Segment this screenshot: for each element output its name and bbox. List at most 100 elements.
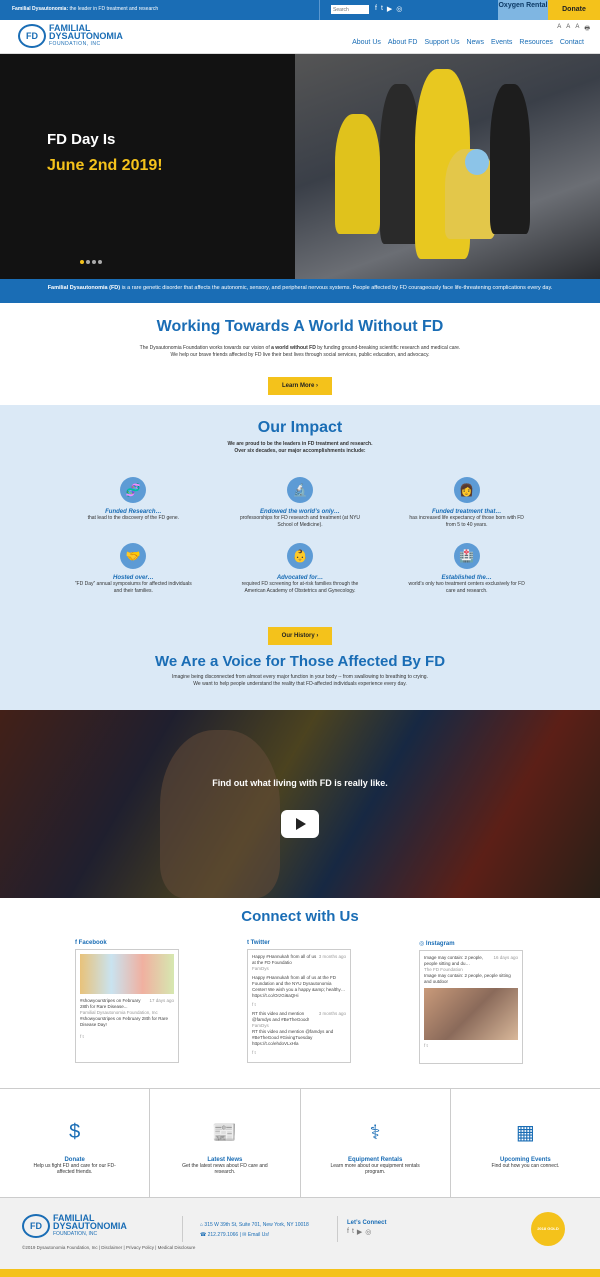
connect-title: Connect with Us <box>241 908 359 925</box>
runner-figure <box>335 114 380 234</box>
tagline: Familial Dysautonomia: the leader in FD … <box>12 6 159 12</box>
print-icon[interactable]: 🖶 <box>584 24 590 34</box>
voice-text: Imagine being disconnected from almost e… <box>172 674 428 680</box>
tweet-body: Happy #Hannukah from all of us at the FD… <box>252 975 346 998</box>
nav-support-us[interactable]: Support Us <box>424 39 459 46</box>
logo-mark: FD <box>18 24 46 48</box>
service-donate[interactable]: $ Donate Help us fight FD and care for o… <box>0 1089 151 1197</box>
footer-social-icons: f t ▶ ◎ <box>347 1228 371 1236</box>
site-logo[interactable]: FD FAMILIAL DYSAUTONOMIA FOUNDATION, INC <box>18 24 123 48</box>
copyright-text: ©2019 Dysautonomia Foundation, Inc | Dis… <box>22 1245 196 1250</box>
text-medium-button[interactable]: A <box>566 24 570 34</box>
voice-text-2: We want to help people understand the re… <box>193 681 407 687</box>
divider <box>337 1216 338 1242</box>
nav-contact[interactable]: Contact <box>560 39 584 46</box>
post-body: Image may contain: 2 people, people sitt… <box>424 973 511 984</box>
impact-section: Our Impact We are proud to be the leader… <box>0 405 600 710</box>
text-small-button[interactable]: A <box>557 24 561 34</box>
slider-dot[interactable] <box>92 260 96 264</box>
divider <box>319 0 320 20</box>
play-button-icon[interactable] <box>281 810 319 838</box>
guidestar-badge-icon[interactable]: 2018 GOLD <box>531 1212 565 1246</box>
video-section[interactable]: Find out what living with FD is really l… <box>0 710 600 898</box>
impact-item: 👩 Funded treatment that… has increased l… <box>383 477 550 529</box>
lets-connect-label: Let’s Connect <box>347 1220 387 1226</box>
slider-dot[interactable] <box>86 260 90 264</box>
hero-slider[interactable]: FD Day Is June 2nd 2019! <box>0 54 600 279</box>
service-desc: Get the latest news about FD care and re… <box>182 1163 268 1175</box>
twitter-icon[interactable]: t <box>381 5 383 13</box>
service-news[interactable]: 📰 Latest News Get the latest news about … <box>150 1089 301 1197</box>
service-equipment[interactable]: ⚕ Equipment Rentals Learn more about our… <box>301 1089 451 1197</box>
newspaper-icon: 📰 <box>212 1121 238 1144</box>
text-large-button[interactable]: A <box>575 24 579 34</box>
impact-item: 🏥 Established the… world’s only two trea… <box>383 543 550 595</box>
youtube-icon[interactable]: ▶ <box>387 5 392 13</box>
instagram-icon[interactable]: ◎ <box>396 5 402 13</box>
instagram-feed: ◎ Instagram 16 days ago Image may contai… <box>419 940 523 1064</box>
oxygen-rental-button[interactable]: Oxygen Rental <box>498 0 548 20</box>
baby-icon: 👶 <box>286 543 313 569</box>
nav-about-us[interactable]: About Us <box>352 39 381 46</box>
our-history-button[interactable]: Our History › <box>267 627 333 645</box>
instagram-post[interactable]: 16 days ago Image may contain: 2 people,… <box>419 950 523 1064</box>
slider-dots <box>80 260 102 264</box>
slider-dot[interactable] <box>98 260 102 264</box>
footer-accent-bar <box>0 1269 600 1277</box>
slider-dot[interactable] <box>80 260 84 264</box>
impact-title: Our Impact <box>257 419 343 436</box>
twitter-feed-label: t Twitter <box>247 940 270 946</box>
hero-title: FD Day Is <box>47 131 116 148</box>
caduceus-icon: ⚕ <box>369 1121 381 1144</box>
heart-dollar-icon: $ <box>69 1120 81 1143</box>
nav-news[interactable]: News <box>466 39 484 46</box>
impact-item: 🔬 Endowed the world’s only… professorshi… <box>217 477 384 529</box>
microscope-icon: 🔬 <box>286 477 313 503</box>
top-social-icons: f t ▶ ◎ <box>375 5 402 13</box>
service-events[interactable]: ▦ Upcoming Events Find out how you can c… <box>451 1089 600 1197</box>
share-icons[interactable]: f t <box>252 1002 346 1008</box>
footer-contact: ⌂ 315 W 39th St, Suite 701, New York, NY… <box>200 1220 309 1240</box>
facebook-post[interactable]: 17 days ago #showyourstripes on February… <box>75 949 179 1063</box>
service-desc: Find out how you can connect. <box>491 1163 560 1169</box>
handshake-icon: 🤝 <box>120 543 147 569</box>
comic-image <box>80 954 174 994</box>
impact-item-desc: that lead to the discovery of the FD gen… <box>87 515 180 521</box>
hospital-icon: 🏥 <box>453 543 480 569</box>
share-icons[interactable]: f t <box>80 1034 174 1040</box>
search-input[interactable] <box>331 5 369 14</box>
video-caption: Find out what living with FD is really l… <box>212 778 388 788</box>
donate-button[interactable]: Donate <box>548 0 600 20</box>
share-icons[interactable]: f t <box>252 1050 346 1056</box>
facebook-feed-label: f Facebook <box>75 940 107 946</box>
twitter-icon[interactable]: t <box>352 1228 354 1236</box>
instagram-icon[interactable]: ◎ <box>365 1228 371 1236</box>
connect-section: Connect with Us f Facebook 17 days ago #… <box>0 898 600 1086</box>
facebook-icon[interactable]: f <box>347 1228 349 1236</box>
video-overlay <box>0 710 600 898</box>
top-bar: Familial Dysautonomia: the leader in FD … <box>0 0 600 20</box>
nav-resources[interactable]: Resources <box>519 39 552 46</box>
instagram-photo <box>424 988 518 1040</box>
nav-events[interactable]: Events <box>491 39 512 46</box>
learn-more-button[interactable]: Learn More › <box>267 377 332 395</box>
site-footer: FD FAMILIAL DYSAUTONOMIA FOUNDATION, INC… <box>0 1198 600 1269</box>
voice-title: We Are a Voice for Those Affected By FD <box>154 653 446 670</box>
impact-subtitle: We are proud to be the leaders in FD tre… <box>227 441 373 447</box>
mission-section: Working Towards A World Without FD The D… <box>0 303 600 405</box>
twitter-posts[interactable]: 3 months ago Happy #Hannukah from all of… <box>247 949 351 1063</box>
impact-item: 👶 Advocated for… required FD screening f… <box>217 543 384 595</box>
share-icons[interactable]: f t <box>424 1043 518 1049</box>
youtube-icon[interactable]: ▶ <box>357 1228 362 1236</box>
balloon-icon <box>465 149 489 175</box>
instagram-feed-label: ◎ Instagram <box>419 941 455 947</box>
email-link[interactable]: Email Us! <box>248 1232 269 1238</box>
mission-text: The Dysautonomia Foundation works toward… <box>139 345 461 351</box>
phone-link[interactable]: 212.279.1066 <box>208 1232 239 1238</box>
footer-logo[interactable]: FD FAMILIAL DYSAUTONOMIA FOUNDATION, INC <box>22 1214 127 1238</box>
facebook-icon[interactable]: f <box>375 5 377 13</box>
text-size-controls: A A A 🖶 <box>557 24 590 34</box>
phone-email: ☎ 212.279.1066 | ✉ Email Us! <box>200 1232 270 1238</box>
mission-text-2: We help our brave friends affected by FD… <box>170 352 430 358</box>
nav-about-fd[interactable]: About FD <box>388 39 418 46</box>
